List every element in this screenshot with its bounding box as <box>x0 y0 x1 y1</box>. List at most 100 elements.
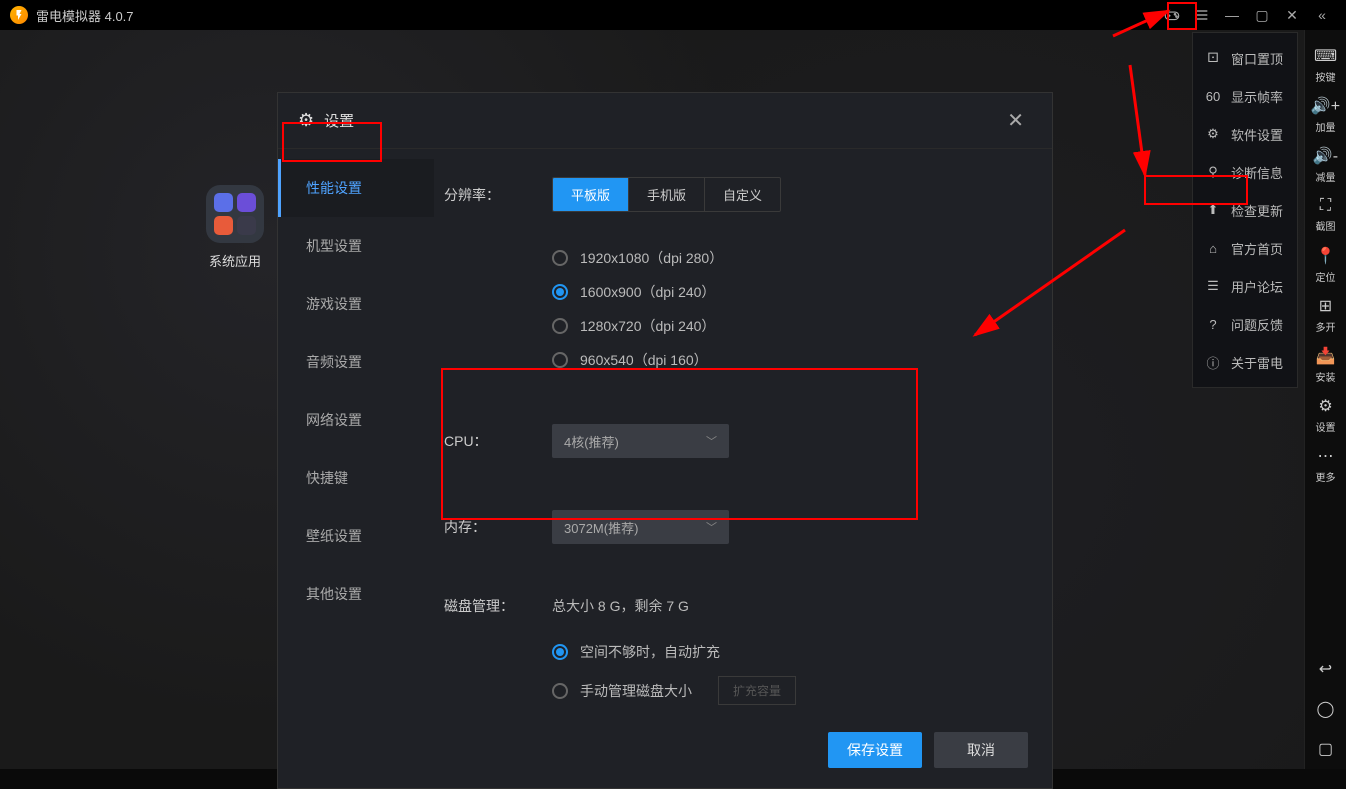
diagnose-icon: ⚲ <box>1205 164 1221 180</box>
menu-icon[interactable] <box>1188 1 1216 29</box>
chevron-down-icon: ﹀ <box>706 433 717 449</box>
radio-icon <box>552 644 568 660</box>
volume-down-icon: 🔊- <box>1313 146 1338 166</box>
toolbar-volume-down[interactable]: 🔊-减量 <box>1305 140 1346 190</box>
tab-network[interactable]: 网络设置 <box>278 391 434 449</box>
maximize-icon[interactable]: ▢ <box>1248 1 1276 29</box>
home-icon: ⌂ <box>1205 241 1221 256</box>
app-logo-icon <box>10 6 28 24</box>
side-toolbar: ⌨按键 🔊+加量 🔊-减量 ⛶截图 📍定位 ⊞多开 📥安装 ⚙设置 ⋯更多 ↩ … <box>1304 30 1346 769</box>
main-menu-dropdown: ⚀窗口置顶 60显示帧率 ⚙软件设置 ⚲诊断信息 ⬆检查更新 ⌂官方首页 ☰用户… <box>1192 32 1298 388</box>
disk-info-text: 总大小 8 G，剩余 7 G <box>552 596 689 616</box>
gear-icon: ⚙ <box>1205 126 1221 142</box>
gamepad-icon[interactable] <box>1158 1 1186 29</box>
toolbar-more[interactable]: ⋯更多 <box>1305 440 1346 490</box>
radio-res-1280[interactable]: 1280x720（dpi 240） <box>552 316 1022 336</box>
select-memory[interactable]: 3072M(推荐) ﹀ <box>552 510 729 544</box>
expand-capacity-button[interactable]: 扩充容量 <box>718 676 796 705</box>
screenshot-icon: ⛶ <box>1320 197 1331 215</box>
radio-icon <box>552 683 568 699</box>
forum-icon: ☰ <box>1205 278 1221 294</box>
desktop-app-system[interactable]: 系统应用 <box>190 185 280 270</box>
chevron-down-icon: ﹀ <box>706 519 717 535</box>
radio-res-960[interactable]: 960x540（dpi 160） <box>552 350 1022 370</box>
help-icon: ? <box>1205 317 1221 332</box>
location-icon: 📍 <box>1316 246 1336 266</box>
dialog-header: ⚙ 设置 ✕ <box>278 93 1052 149</box>
radio-icon <box>552 250 568 266</box>
settings-icon: ⚙ <box>1318 396 1332 416</box>
label-resolution: 分辨率： <box>444 185 552 205</box>
back-icon: ↩ <box>1319 659 1332 679</box>
nav-recent[interactable]: ▢ <box>1305 729 1346 769</box>
volume-up-icon: 🔊+ <box>1311 96 1340 116</box>
toolbar-multi[interactable]: ⊞多开 <box>1305 290 1346 340</box>
dialog-footer: 保存设置 取消 <box>828 732 1028 768</box>
minimize-icon[interactable]: — <box>1218 1 1246 29</box>
tab-shortcut[interactable]: 快捷键 <box>278 449 434 507</box>
nav-back[interactable]: ↩ <box>1305 649 1346 689</box>
segment-resolution-mode: 平板版 手机版 自定义 <box>552 177 781 212</box>
radio-res-1920[interactable]: 1920x1080（dpi 280） <box>552 248 1022 268</box>
label-disk: 磁盘管理： <box>444 596 552 616</box>
radio-icon <box>552 318 568 334</box>
toolbar-install[interactable]: 📥安装 <box>1305 340 1346 390</box>
dialog-sidebar: 性能设置 机型设置 游戏设置 音频设置 网络设置 快捷键 壁纸设置 其他设置 <box>278 149 434 719</box>
pin-icon: ⚀ <box>1205 50 1221 66</box>
toolbar-keymap[interactable]: ⌨按键 <box>1305 40 1346 90</box>
dialog-title: 设置 <box>324 110 999 131</box>
save-button[interactable]: 保存设置 <box>828 732 922 768</box>
tab-wallpaper[interactable]: 壁纸设置 <box>278 507 434 565</box>
install-icon: 📥 <box>1316 346 1336 366</box>
menu-feedback[interactable]: ?问题反馈 <box>1193 305 1297 343</box>
menu-forum[interactable]: ☰用户论坛 <box>1193 267 1297 305</box>
seg-tablet[interactable]: 平板版 <box>553 178 629 211</box>
gear-icon: ⚙ <box>298 110 314 131</box>
keyboard-icon: ⌨ <box>1314 46 1337 66</box>
emulator-screen: 6:24 系统应用 ⚀窗口置顶 60显示帧率 ⚙软件设置 ⚲诊断信息 ⬆检查更新… <box>0 30 1346 769</box>
radio-disk-manual[interactable]: 手动管理磁盘大小扩充容量 <box>552 676 1022 705</box>
select-cpu[interactable]: 4核(推荐) ﹀ <box>552 424 729 458</box>
menu-diagnose[interactable]: ⚲诊断信息 <box>1193 153 1297 191</box>
radio-icon <box>552 284 568 300</box>
info-icon: ⓘ <box>1205 353 1221 372</box>
update-icon: ⬆ <box>1205 202 1221 218</box>
settings-dialog: ⚙ 设置 ✕ 性能设置 机型设置 游戏设置 音频设置 网络设置 快捷键 壁纸设置… <box>277 92 1053 789</box>
nav-home[interactable]: ◯ <box>1305 689 1346 729</box>
multi-icon: ⊞ <box>1319 296 1332 316</box>
menu-check-update[interactable]: ⬆检查更新 <box>1193 191 1297 229</box>
radio-disk-auto[interactable]: 空间不够时，自动扩充 <box>552 642 1022 662</box>
radio-icon <box>552 352 568 368</box>
menu-show-fps[interactable]: 60显示帧率 <box>1193 77 1297 115</box>
system-apps-icon <box>206 185 264 243</box>
recent-icon: ▢ <box>1318 739 1333 759</box>
menu-about[interactable]: ⓘ关于雷电 <box>1193 343 1297 381</box>
toolbar-volume-up[interactable]: 🔊+加量 <box>1305 90 1346 140</box>
tab-performance[interactable]: 性能设置 <box>278 159 434 217</box>
seg-phone[interactable]: 手机版 <box>629 178 705 211</box>
seg-custom[interactable]: 自定义 <box>705 178 780 211</box>
label-cpu: CPU： <box>444 431 552 451</box>
desktop-app-label: 系统应用 <box>190 251 280 270</box>
menu-software-settings[interactable]: ⚙软件设置 <box>1193 115 1297 153</box>
dialog-content: 分辨率： 平板版 手机版 自定义 1920x1080（dpi 280） 1600… <box>434 149 1052 719</box>
tab-audio[interactable]: 音频设置 <box>278 333 434 391</box>
more-icon: ⋯ <box>1318 446 1334 466</box>
menu-pin-window[interactable]: ⚀窗口置顶 <box>1193 39 1297 77</box>
cancel-button[interactable]: 取消 <box>934 732 1028 768</box>
close-icon[interactable]: ✕ <box>1278 1 1306 29</box>
collapse-sidebar-icon[interactable]: « <box>1308 1 1336 29</box>
app-title: 雷电模拟器 4.0.7 <box>36 6 1158 25</box>
tab-model[interactable]: 机型设置 <box>278 217 434 275</box>
toolbar-location[interactable]: 📍定位 <box>1305 240 1346 290</box>
titlebar: 雷电模拟器 4.0.7 — ▢ ✕ « <box>0 0 1346 30</box>
tab-other[interactable]: 其他设置 <box>278 565 434 623</box>
radio-res-1600[interactable]: 1600x900（dpi 240） <box>552 282 1022 302</box>
menu-homepage[interactable]: ⌂官方首页 <box>1193 229 1297 267</box>
dialog-close-button[interactable]: ✕ <box>999 104 1032 137</box>
home-nav-icon: ◯ <box>1317 699 1335 719</box>
toolbar-screenshot[interactable]: ⛶截图 <box>1305 190 1346 240</box>
toolbar-settings[interactable]: ⚙设置 <box>1305 390 1346 440</box>
label-memory: 内存： <box>444 517 552 537</box>
tab-game[interactable]: 游戏设置 <box>278 275 434 333</box>
